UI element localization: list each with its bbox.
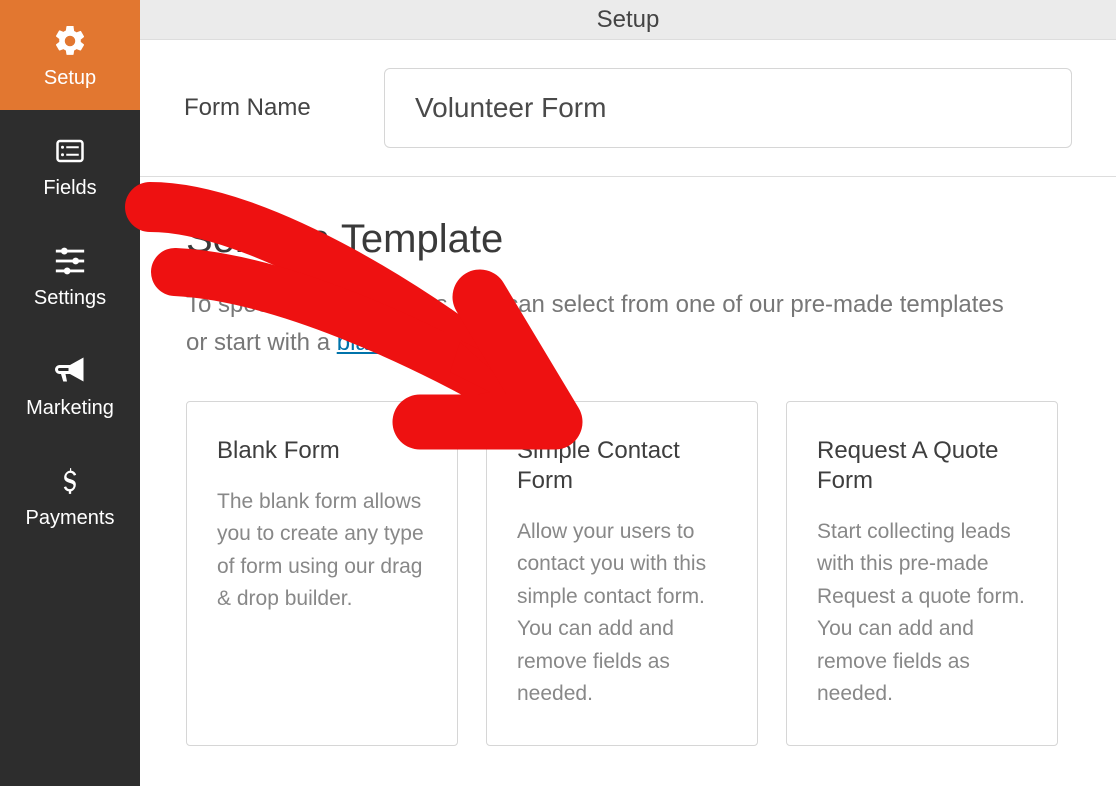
blank-form-link[interactable]: blank form.: [337, 329, 456, 356]
dollar-icon: [50, 461, 90, 501]
sidebar-item-label: Settings: [34, 287, 106, 310]
sidebar-item-label: Payments: [26, 507, 115, 530]
card-title: Request A Quote Form: [817, 436, 1027, 496]
gear-icon: [50, 21, 90, 61]
sidebar-item-fields[interactable]: Fields: [0, 110, 140, 220]
form-name-label: Form Name: [184, 94, 384, 122]
select-template-heading: Select a Template: [186, 217, 1070, 262]
sidebar-item-settings[interactable]: Settings: [0, 220, 140, 330]
template-card-request-a-quote-form[interactable]: Request A Quote Form Start collecting le…: [786, 401, 1058, 746]
list-icon: [50, 131, 90, 171]
card-title: Blank Form: [217, 436, 427, 466]
card-description: Allow your users to contact you with thi…: [517, 516, 727, 711]
bullhorn-icon: [50, 351, 90, 391]
form-name-input[interactable]: [384, 68, 1072, 148]
card-description: Start collecting leads with this pre-mad…: [817, 516, 1027, 711]
card-title: Simple Contact Form: [517, 436, 727, 496]
sidebar-item-label: Fields: [43, 177, 96, 200]
card-description: The blank form allows you to create any …: [217, 486, 427, 616]
app-root: Setup Fields Settings Marketing Payments: [0, 0, 1116, 786]
sidebar-item-label: Marketing: [26, 397, 114, 420]
select-template-description: To speed up the process, you can select …: [186, 286, 1016, 360]
sidebar-item-marketing[interactable]: Marketing: [0, 330, 140, 440]
main-panel: Setup Form Name Select a Template To spe…: [140, 0, 1116, 786]
sidebar-item-label: Setup: [44, 67, 96, 90]
sidebar-item-setup[interactable]: Setup: [0, 0, 140, 110]
page-title-bar: Setup: [140, 0, 1116, 40]
page-title: Setup: [597, 6, 660, 34]
template-card-simple-contact-form[interactable]: Simple Contact Form Allow your users to …: [486, 401, 758, 746]
desc-text: To speed up the process, you can select …: [186, 291, 1004, 355]
sidebar: Setup Fields Settings Marketing Payments: [0, 0, 140, 786]
template-cards: Blank Form The blank form allows you to …: [186, 401, 1070, 746]
sidebar-item-payments[interactable]: Payments: [0, 440, 140, 550]
form-name-row: Form Name: [140, 40, 1116, 177]
template-section: Select a Template To speed up the proces…: [140, 177, 1116, 786]
template-card-blank-form[interactable]: Blank Form The blank form allows you to …: [186, 401, 458, 746]
sliders-icon: [50, 241, 90, 281]
